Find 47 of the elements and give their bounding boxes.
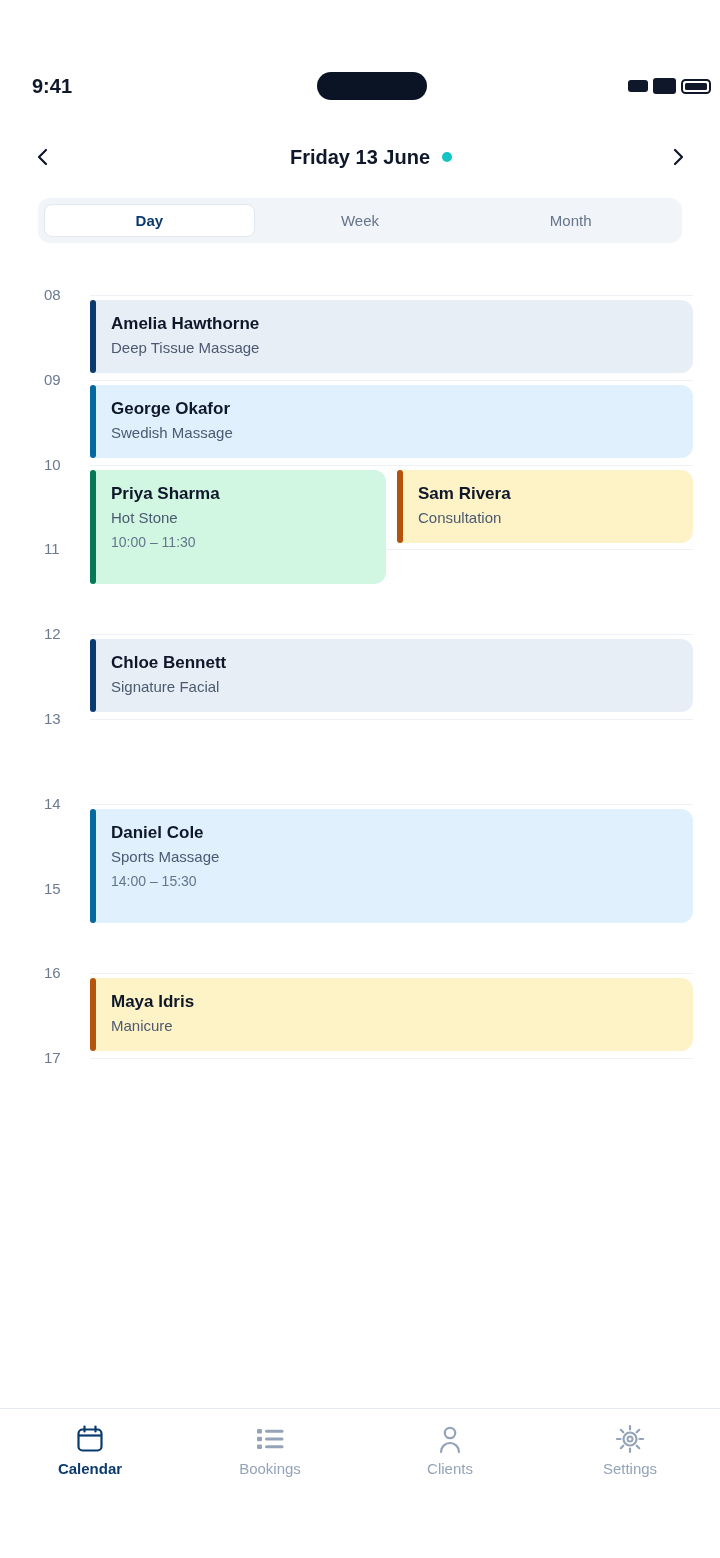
status-time: 9:41: [32, 74, 74, 99]
view-tab[interactable]: Day: [44, 204, 255, 237]
service-name: Hot Stone: [111, 507, 179, 528]
service-name: Consultation: [418, 507, 503, 528]
client-name: Daniel Cole: [111, 821, 205, 844]
hour-label: 14: [44, 794, 61, 813]
service-name: Signature Facial: [111, 677, 221, 698]
appointment-card[interactable]: Maya Idris Manicure: [90, 978, 693, 1052]
appointment-card[interactable]: Priya Sharma Hot Stone 10:00 – 11:30: [90, 469, 386, 584]
wifi-icon: [653, 78, 676, 94]
client-name: Sam Rivera: [418, 482, 511, 505]
appointment-card[interactable]: George Okafor Swedish Massage: [90, 384, 693, 458]
time-range: 10:00 – 11:30: [111, 532, 197, 552]
hour-label: 12: [44, 625, 61, 644]
view-tab[interactable]: Week: [254, 204, 466, 237]
dot-icon: [442, 152, 453, 162]
signal-icon: [628, 80, 648, 92]
client-name: George Okafor: [111, 397, 232, 420]
hour-label: 10: [44, 455, 61, 474]
appointment-card[interactable]: Amelia Hawthorne Deep Tissue Massage: [90, 300, 693, 373]
hour-label: 11: [44, 540, 60, 559]
hour-label: 08: [44, 286, 61, 304]
chevron-left-icon: [36, 148, 48, 166]
battery-icon: [681, 78, 711, 94]
client-name: Maya Idris: [111, 991, 195, 1014]
calendar-icon: [75, 1424, 105, 1454]
service-name: Sports Massage: [111, 846, 220, 867]
view-tab[interactable]: Month: [465, 204, 676, 237]
appointment-card[interactable]: Chloe Bennett Signature Facial: [90, 639, 693, 713]
client-name: Amelia Hawthorne: [111, 313, 260, 335]
tab-bar-item[interactable]: Calendar: [53, 1424, 127, 1478]
client-name: Priya Sharma: [111, 482, 220, 505]
service-name: Manicure: [111, 1016, 174, 1037]
settings-icon: [615, 1424, 645, 1454]
service-name: Deep Tissue Massage: [111, 338, 260, 358]
chevron-right-icon: [672, 148, 684, 166]
hour-label: 15: [44, 879, 61, 898]
time-range: 14:00 – 15:30: [111, 871, 198, 891]
date-title: Friday 13 June: [289, 145, 431, 170]
hour-label: 17: [44, 1049, 61, 1068]
appointment-card[interactable]: Daniel Cole Sports Massage 14:00 – 15:30: [90, 808, 693, 923]
service-name: Swedish Massage: [111, 422, 233, 443]
hour-label: 13: [44, 710, 61, 728]
hour-label: 16: [44, 964, 61, 983]
hour-label: 09: [44, 370, 61, 389]
appointment-card[interactable]: Sam Rivera Consultation: [397, 469, 693, 543]
client-name: Chloe Bennett: [111, 652, 227, 675]
